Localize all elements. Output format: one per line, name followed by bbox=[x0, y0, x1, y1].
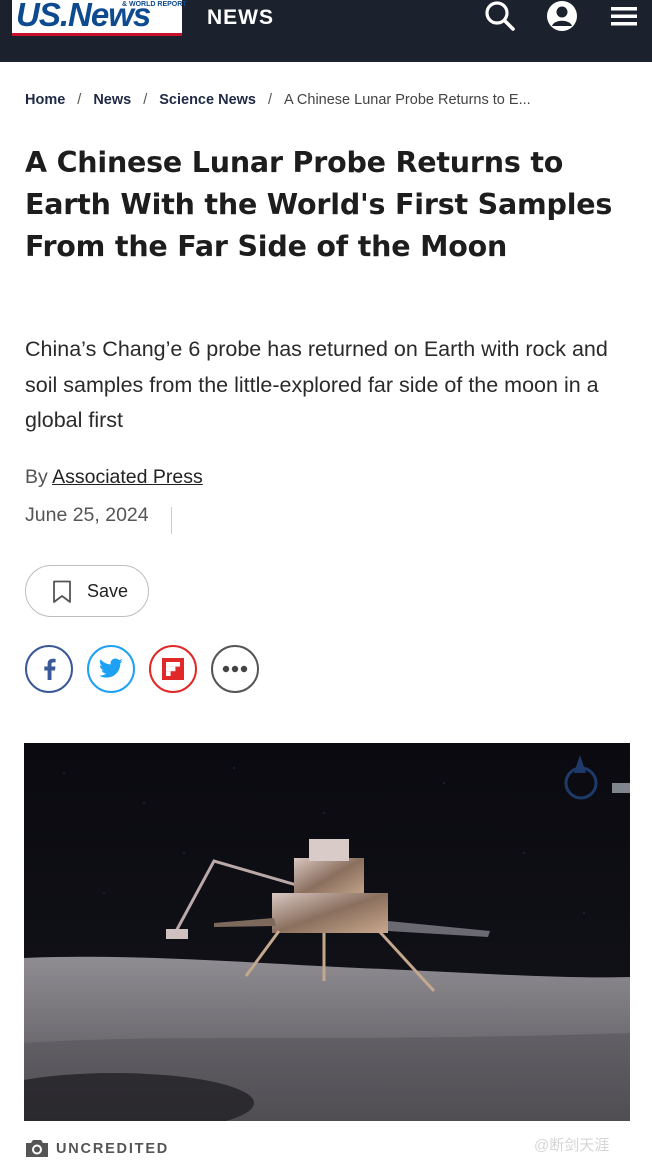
save-label: Save bbox=[87, 581, 129, 601]
facebook-icon bbox=[44, 658, 56, 680]
menu-button[interactable] bbox=[604, 0, 644, 32]
flipboard-icon bbox=[162, 658, 184, 680]
byline-prefix: By bbox=[25, 466, 48, 488]
camera-icon bbox=[26, 1140, 48, 1157]
author-link[interactable]: Associated Press bbox=[52, 466, 203, 488]
twitter-share-button[interactable] bbox=[87, 645, 135, 693]
more-share-button[interactable] bbox=[211, 645, 259, 693]
save-button[interactable]: Save bbox=[25, 565, 149, 617]
breadcrumb-separator: / bbox=[267, 92, 273, 108]
breadcrumb-current: A Chinese Lunar Probe Returns to E... bbox=[284, 92, 531, 108]
breadcrumb-science-news[interactable]: Science News bbox=[159, 92, 256, 108]
section-title[interactable]: NEWS bbox=[207, 6, 274, 30]
breadcrumb-news[interactable]: News bbox=[93, 92, 131, 108]
article-dek: China’s Chang’e 6 probe has returned on … bbox=[25, 337, 608, 432]
breadcrumb-separator: / bbox=[143, 92, 148, 108]
weibo-watermark: @断剑天涯 bbox=[534, 1137, 610, 1154]
account-icon bbox=[547, 1, 577, 31]
publish-date: June 25, 2024 bbox=[25, 504, 149, 526]
date-divider bbox=[171, 507, 172, 534]
article-headline: A Chinese Lunar Probe Returns to Earth W… bbox=[25, 146, 613, 263]
search-button[interactable] bbox=[480, 0, 520, 32]
photo-credit-text: UNCREDITED bbox=[56, 1141, 170, 1157]
facebook-share-button[interactable] bbox=[25, 645, 73, 693]
more-icon bbox=[222, 665, 248, 673]
usnews-logo[interactable]: US.News & WORLD REPORT bbox=[12, 0, 187, 36]
article-photo[interactable] bbox=[24, 743, 630, 1121]
bookmark-icon bbox=[53, 580, 71, 603]
breadcrumb: Home / News / Science News / A Chinese Lunar P… bbox=[25, 92, 531, 108]
account-button[interactable] bbox=[542, 0, 582, 32]
menu-icon bbox=[611, 7, 637, 26]
byline: By Associated Press bbox=[25, 466, 203, 489]
breadcrumb-separator: / bbox=[77, 92, 82, 108]
search-icon bbox=[485, 1, 515, 31]
twitter-icon bbox=[98, 658, 123, 678]
logo-subtext: & WORLD REPORT bbox=[122, 1, 187, 8]
top-nav-bar: US.News & WORLD REPORT NEWS bbox=[0, 0, 652, 62]
breadcrumb-home[interactable]: Home bbox=[25, 92, 65, 108]
lunar-lander-image bbox=[24, 743, 630, 1121]
flipboard-share-button[interactable] bbox=[149, 645, 197, 693]
